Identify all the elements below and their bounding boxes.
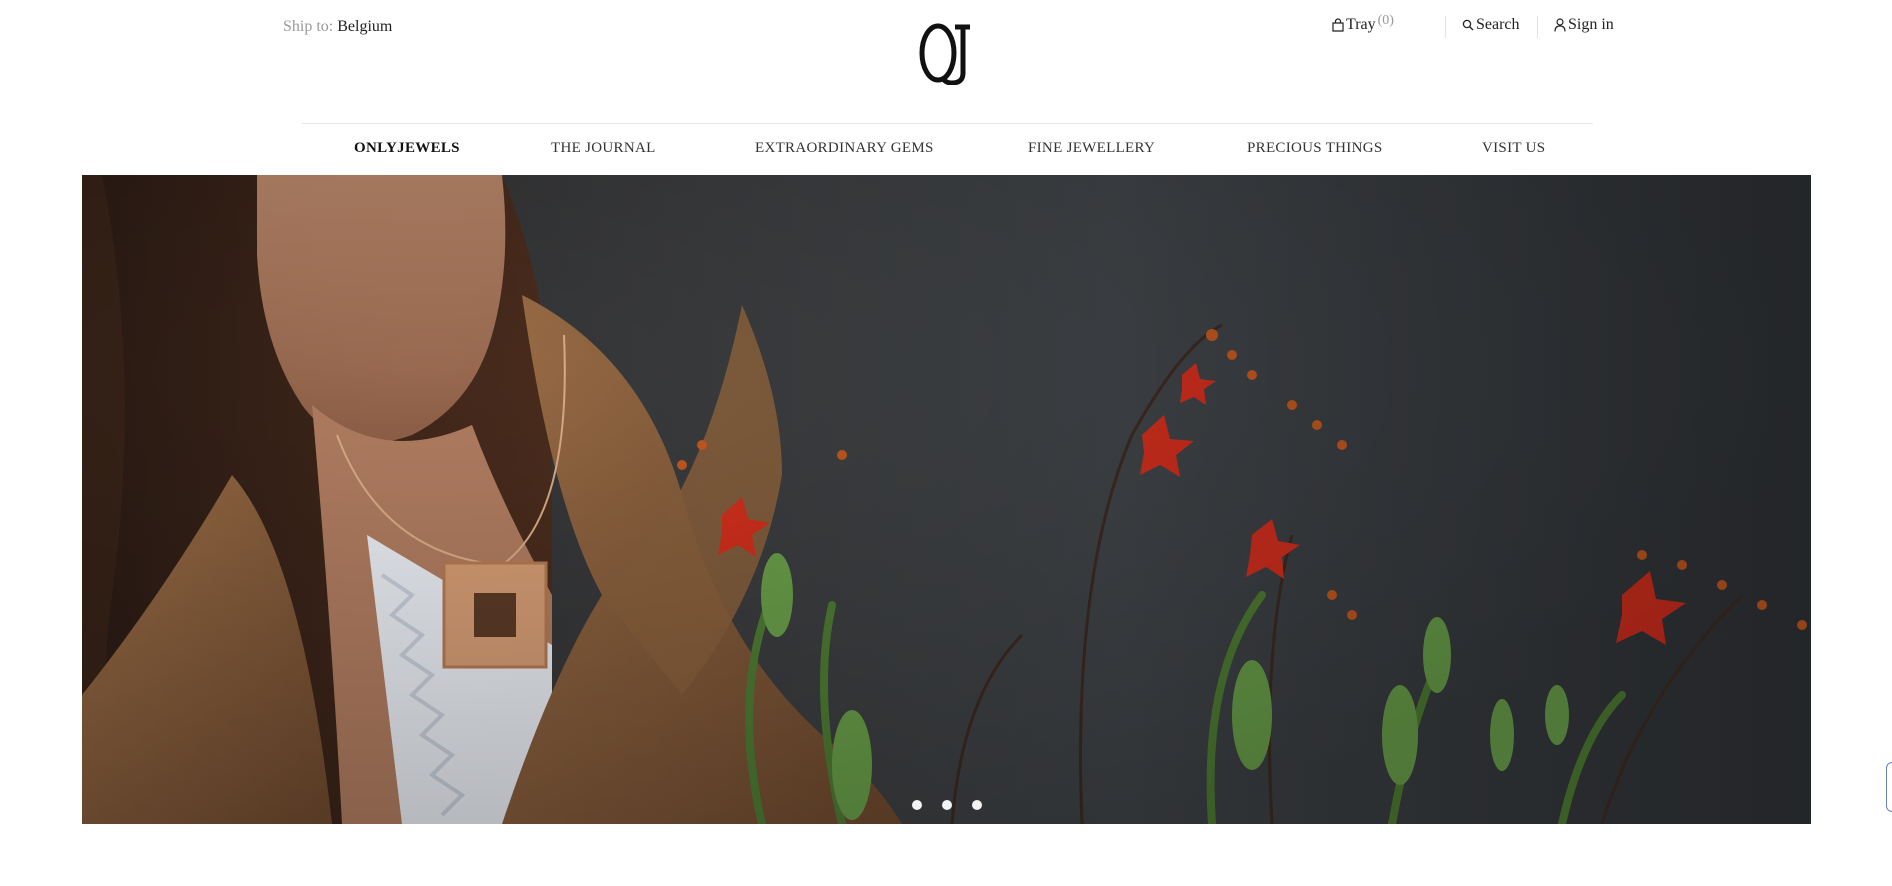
hero-image bbox=[82, 175, 1811, 824]
slide-dot-3[interactable] bbox=[971, 800, 982, 810]
hero-slider[interactable] bbox=[82, 175, 1811, 824]
divider bbox=[1445, 16, 1446, 38]
tray-label: Tray bbox=[1346, 16, 1376, 33]
brand-logo[interactable] bbox=[918, 22, 976, 86]
brand-logo-mark bbox=[919, 23, 970, 85]
divider bbox=[1537, 16, 1538, 38]
slide-dot-1[interactable] bbox=[911, 800, 922, 810]
search-icon bbox=[1462, 19, 1474, 31]
slide-dot-2[interactable] bbox=[941, 800, 952, 810]
nav-item-extraordinary-gems[interactable]: EXTRAORDINARY GEMS bbox=[755, 140, 934, 157]
main-nav: ONLYJEWELS THE JOURNAL EXTRAORDINARY GEM… bbox=[0, 140, 1892, 164]
ship-to-selector[interactable]: Ship to: Belgium bbox=[283, 18, 392, 36]
tray-count: (0) bbox=[1377, 13, 1394, 28]
sign-in-link[interactable]: Sign in bbox=[1554, 16, 1614, 34]
nav-divider bbox=[302, 123, 1593, 124]
nav-item-onlyjewels[interactable]: ONLYJEWELS bbox=[354, 140, 460, 157]
bag-icon bbox=[1332, 18, 1344, 32]
nav-item-visit-us[interactable]: VISIT US bbox=[1482, 140, 1545, 157]
sign-in-label: Sign in bbox=[1568, 16, 1614, 33]
ship-to-country[interactable]: Belgium bbox=[337, 18, 392, 35]
search-link[interactable]: Search bbox=[1462, 16, 1520, 34]
slider-dots bbox=[82, 800, 1811, 810]
nav-item-precious-things[interactable]: PRECIOUS THINGS bbox=[1247, 140, 1383, 157]
ship-to-label: Ship to: bbox=[283, 18, 334, 35]
page: Ship to: Belgium Tray (0) Search Sign in… bbox=[0, 0, 1892, 886]
search-label: Search bbox=[1476, 16, 1520, 33]
nav-item-the-journal[interactable]: THE JOURNAL bbox=[551, 140, 656, 157]
user-icon bbox=[1554, 18, 1566, 32]
side-widget-tab[interactable] bbox=[1886, 762, 1892, 812]
nav-item-fine-jewellery[interactable]: FINE JEWELLERY bbox=[1028, 140, 1155, 157]
tray-link[interactable]: Tray (0) bbox=[1332, 13, 1402, 34]
